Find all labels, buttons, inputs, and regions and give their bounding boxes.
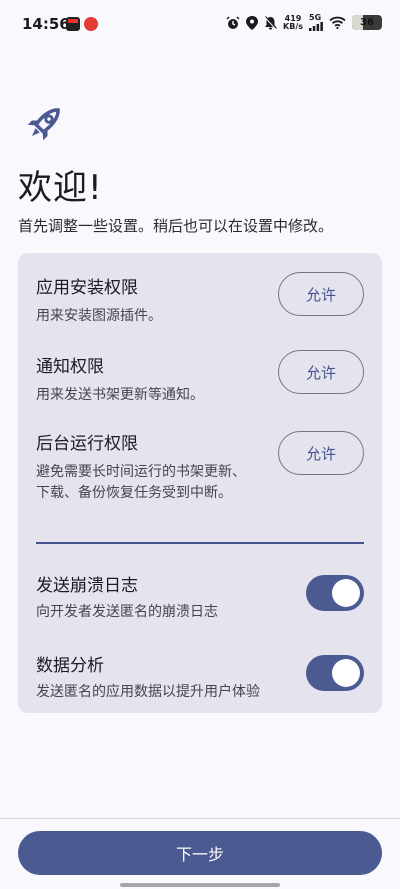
rocket-icon <box>27 108 60 141</box>
app-notification-icon <box>66 17 80 31</box>
home-indicator[interactable] <box>120 883 280 887</box>
background-permission-description: 避免需要长时间运行的书架更新、下载、备份恢复任务受到中断。 <box>36 464 246 501</box>
toggle-knob <box>332 579 360 607</box>
background-permission-allow-button[interactable]: 允许 <box>278 431 364 475</box>
crash-log-row[interactable]: 发送崩溃日志 向开发者发送匿名的崩溃日志 <box>36 571 364 631</box>
page-subtitle: 首先调整一些设置。稍后也可以在设置中修改。 <box>18 217 334 235</box>
system-icons: 419 KB/s 5G 36 <box>226 14 382 31</box>
footer-divider <box>0 818 400 819</box>
network-speed: 419 KB/s <box>283 13 303 31</box>
signal-icon <box>309 22 323 31</box>
location-icon <box>246 15 259 30</box>
netease-music-icon <box>84 17 98 31</box>
notification-icons <box>66 17 98 31</box>
settings-card: 应用安装权限 用来安装图源插件。 允许 通知权限 用来发送书架更新等通知。 允许… <box>18 253 382 713</box>
bell-muted-icon <box>264 15 277 30</box>
alarm-icon <box>226 15 240 29</box>
crash-log-toggle[interactable] <box>306 575 364 611</box>
background-permission-row: 后台运行权限 避免需要长时间运行的书架更新、下载、备份恢复任务受到中断。 允许 <box>36 429 364 519</box>
section-divider <box>36 542 364 544</box>
status-bar: 14:56 419 KB/s 5G 36 <box>0 0 400 50</box>
page-title: 欢迎! <box>18 168 103 208</box>
toggle-knob <box>332 659 360 687</box>
notification-permission-allow-button[interactable]: 允许 <box>278 350 364 394</box>
next-step-button[interactable]: 下一步 <box>18 831 382 875</box>
network-type-label: 5G <box>309 13 322 22</box>
install-permission-allow-button[interactable]: 允许 <box>278 272 364 316</box>
wifi-icon <box>329 16 346 29</box>
clock: 14:56 <box>22 15 70 33</box>
analytics-toggle[interactable] <box>306 655 364 691</box>
battery-icon: 36 <box>352 15 382 30</box>
install-permission-row: 应用安装权限 用来安装图源插件。 允许 <box>36 272 364 333</box>
cellular-signal: 5G <box>309 14 323 31</box>
notification-permission-row: 通知权限 用来发送书架更新等通知。 允许 <box>36 350 364 412</box>
battery-level: 36 <box>360 17 374 28</box>
analytics-row[interactable]: 数据分析 发送匿名的应用数据以提升用户体验 <box>36 651 364 711</box>
